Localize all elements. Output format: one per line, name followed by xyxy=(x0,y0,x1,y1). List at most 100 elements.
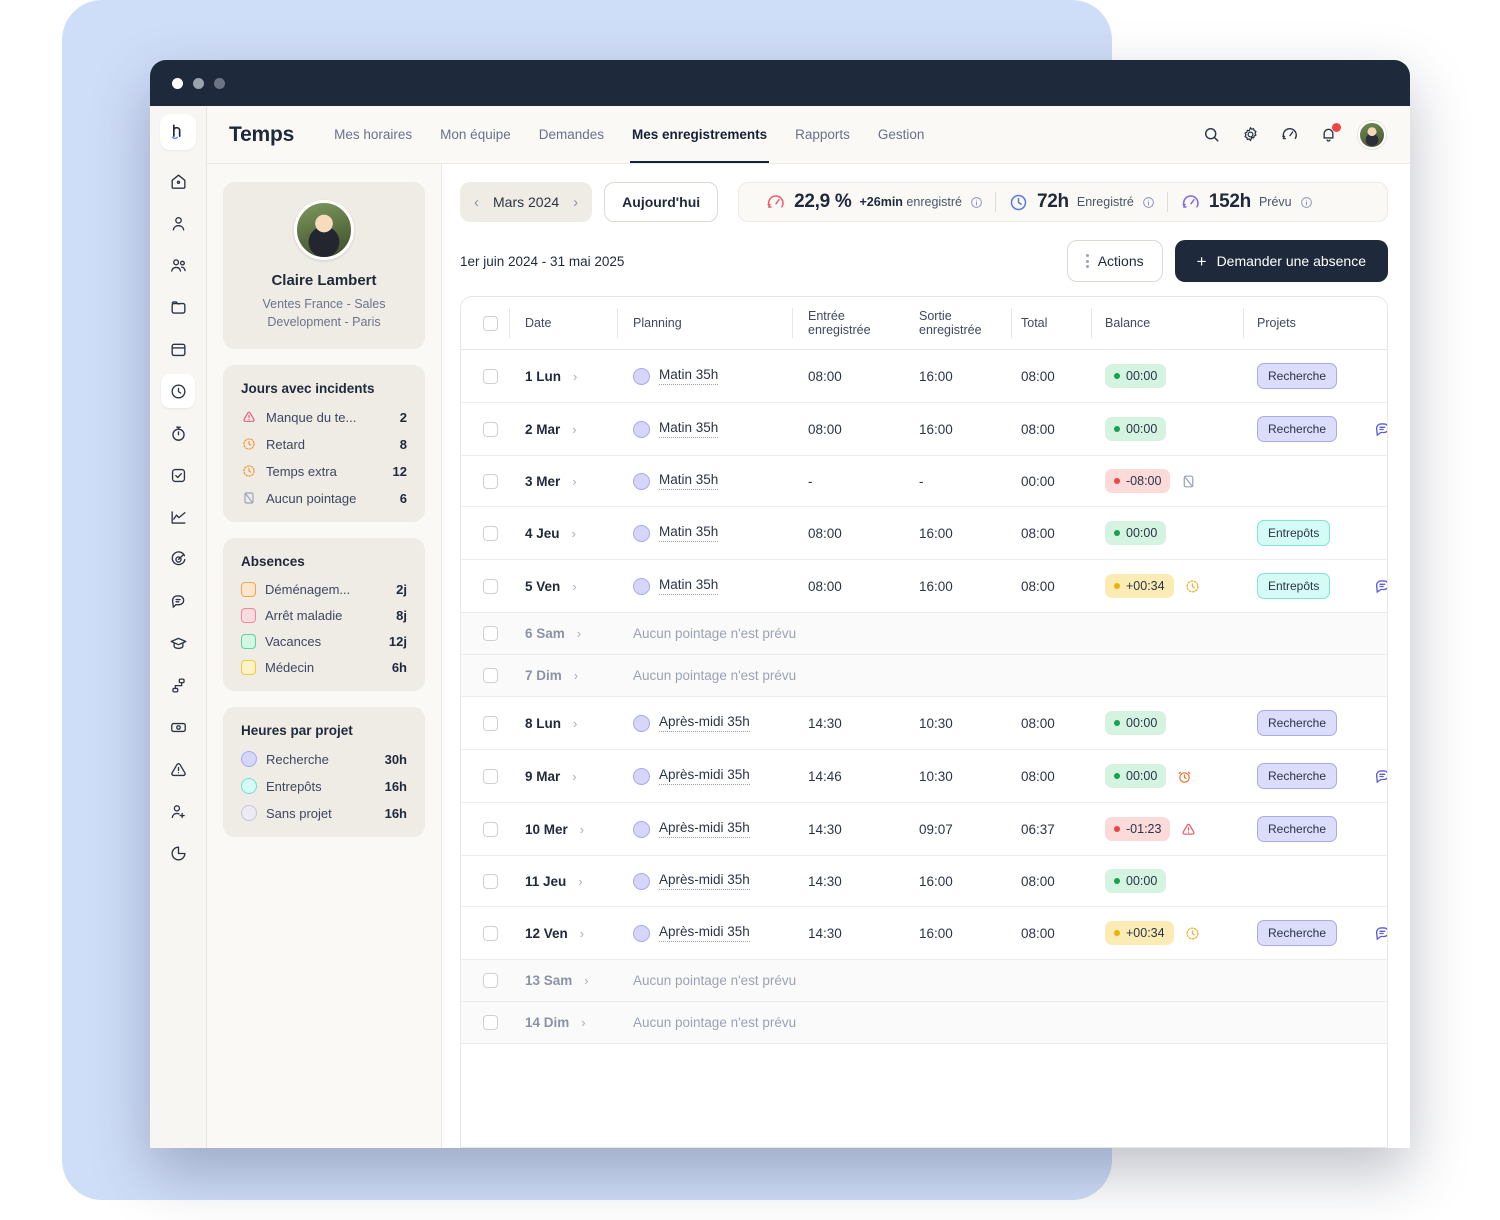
project-row-recherche[interactable]: Recherche 30h xyxy=(241,751,407,768)
row-sortie[interactable]: 10:30 xyxy=(907,749,1011,803)
table-row[interactable]: 6 Sam › Aucun pointage n'est prévu xyxy=(461,612,1387,655)
row-sortie[interactable]: 16:00 xyxy=(907,906,1011,960)
no-punch-icon[interactable] xyxy=(1180,473,1197,490)
sidebar-item-payroll[interactable] xyxy=(161,710,195,744)
table-row[interactable]: 5 Ven › Matin 35h 08:00 16:00 08:00 +00:34 Entr… xyxy=(461,559,1387,613)
tab-gestion[interactable]: Gestion xyxy=(864,106,939,163)
row-entree[interactable]: 14:30 xyxy=(792,802,907,856)
absence-row-sickleave[interactable]: Arrêt maladie 8j xyxy=(241,608,407,624)
project-row-entrepots[interactable]: Entrepôts 16h xyxy=(241,778,407,795)
table-row[interactable]: 12 Ven › Après-midi 35h 14:30 16:00 08:00 +00:… xyxy=(461,906,1387,960)
chevron-right-icon[interactable]: › xyxy=(573,370,577,383)
chevron-right-icon[interactable]: › xyxy=(572,527,576,540)
row-planning[interactable]: Après-midi 35h xyxy=(659,714,750,732)
row-checkbox[interactable] xyxy=(483,525,498,541)
row-entree[interactable]: 14:46 xyxy=(792,749,907,803)
row-checkbox[interactable] xyxy=(483,715,498,731)
speedometer-icon[interactable] xyxy=(1280,125,1299,144)
alarm-icon[interactable] xyxy=(1176,768,1193,785)
project-tag[interactable]: Recherche xyxy=(1257,763,1338,789)
chevron-right-icon[interactable]: › xyxy=(572,770,576,783)
table-row[interactable]: 1 Lun › Matin 35h 08:00 16:00 08:00 00:00 Reche… xyxy=(461,349,1387,403)
project-tag[interactable]: Entrepôts xyxy=(1257,573,1331,599)
table-row[interactable]: 8 Lun › Après-midi 35h 14:30 10:30 08:00 00:00… xyxy=(461,696,1387,750)
incident-row-late[interactable]: Retard 8 xyxy=(241,436,407,452)
row-entree[interactable]: 08:00 xyxy=(792,402,907,456)
row-sortie[interactable]: 10:30 xyxy=(907,696,1011,750)
sidebar-item-goals[interactable] xyxy=(161,542,195,576)
row-planning[interactable]: Matin 35h xyxy=(659,577,719,595)
sidebar-item-messages[interactable] xyxy=(161,584,195,618)
sidebar-item-stopwatch[interactable] xyxy=(161,416,195,450)
row-sortie[interactable]: 16:00 xyxy=(907,349,1011,403)
row-checkbox[interactable] xyxy=(483,421,498,437)
select-all-checkbox[interactable] xyxy=(483,315,498,331)
row-sortie[interactable]: 16:00 xyxy=(907,855,1011,907)
clock-dotted-icon[interactable] xyxy=(1184,578,1201,595)
sidebar-item-user[interactable] xyxy=(161,206,195,240)
sidebar-item-learning[interactable] xyxy=(161,626,195,660)
note-icon[interactable] xyxy=(1373,767,1387,786)
row-entree[interactable]: 14:30 xyxy=(792,855,907,907)
project-tag[interactable]: Recherche xyxy=(1257,816,1338,842)
actions-button[interactable]: Actions xyxy=(1066,240,1163,282)
chevron-right-icon[interactable]: › xyxy=(572,423,576,436)
sidebar-item-analytics[interactable] xyxy=(161,500,195,534)
table-row[interactable]: 2 Mar › Matin 35h 08:00 16:00 08:00 00:00 Reche… xyxy=(461,402,1387,456)
clock-dotted-icon[interactable] xyxy=(1184,925,1201,942)
row-sortie[interactable]: 16:00 xyxy=(907,506,1011,560)
row-checkbox[interactable] xyxy=(483,368,498,384)
info-icon[interactable] xyxy=(1300,196,1313,209)
note-icon[interactable] xyxy=(1373,924,1387,943)
chevron-right-icon[interactable]: › xyxy=(580,823,584,836)
row-checkbox[interactable] xyxy=(483,578,498,594)
sidebar-item-tasks[interactable] xyxy=(161,458,195,492)
row-checkbox[interactable] xyxy=(483,626,498,641)
row-entree[interactable]: 08:00 xyxy=(792,506,907,560)
row-entree[interactable]: 08:00 xyxy=(792,559,907,613)
row-entree[interactable]: 08:00 xyxy=(792,349,907,403)
tab-mon-equipe[interactable]: Mon équipe xyxy=(426,106,525,163)
search-icon[interactable] xyxy=(1202,125,1221,144)
sidebar-item-reports[interactable] xyxy=(161,836,195,870)
info-icon[interactable] xyxy=(970,196,983,209)
row-entree[interactable]: 14:30 xyxy=(792,696,907,750)
tab-mes-horaires[interactable]: Mes horaires xyxy=(320,106,426,163)
row-entree[interactable]: 14:30 xyxy=(792,906,907,960)
col-planning[interactable]: Planning xyxy=(617,297,792,350)
table-row[interactable]: 11 Jeu › Après-midi 35h 14:30 16:00 08:00 00:0… xyxy=(461,855,1387,907)
col-projets[interactable]: Projets xyxy=(1243,297,1373,350)
col-sortie[interactable]: Sortie enregistrée xyxy=(907,297,1011,350)
chevron-right-icon[interactable]: › xyxy=(577,627,581,640)
row-planning[interactable]: Après-midi 35h xyxy=(659,924,750,942)
row-entree[interactable]: - xyxy=(792,455,907,507)
incident-row-missing[interactable]: Manque du te... 2 xyxy=(241,409,407,425)
absence-row-vacation[interactable]: Vacances 12j xyxy=(241,634,407,650)
table-row[interactable]: 7 Dim › Aucun pointage n'est prévu xyxy=(461,654,1387,697)
chevron-right-icon[interactable]: › xyxy=(578,875,582,888)
row-sortie[interactable]: - xyxy=(907,455,1011,507)
today-button[interactable]: Aujourd'hui xyxy=(604,182,719,222)
avatar[interactable] xyxy=(1358,120,1386,149)
note-icon[interactable] xyxy=(1373,577,1387,596)
sidebar-item-workflow[interactable] xyxy=(161,668,195,702)
row-checkbox[interactable] xyxy=(483,925,498,941)
row-planning[interactable]: Matin 35h xyxy=(659,472,719,490)
sidebar-item-alerts[interactable] xyxy=(161,752,195,786)
row-planning[interactable]: Matin 35h xyxy=(659,367,719,385)
tab-mes-enregistrements[interactable]: Mes enregistrements xyxy=(618,106,781,163)
absence-row-doctor[interactable]: Médecin 6h xyxy=(241,660,407,676)
info-icon[interactable] xyxy=(1142,196,1155,209)
col-balance[interactable]: Balance xyxy=(1091,297,1243,350)
gear-icon[interactable] xyxy=(1241,125,1260,144)
window-close-button[interactable] xyxy=(172,77,183,89)
row-checkbox[interactable] xyxy=(483,873,498,889)
sidebar-item-time[interactable] xyxy=(161,374,195,408)
chevron-right-icon[interactable]: › xyxy=(584,974,588,987)
table-row[interactable]: 14 Dim › Aucun pointage n'est prévu xyxy=(461,1001,1387,1044)
chevron-right-icon[interactable]: › xyxy=(573,717,577,730)
window-maximize-button[interactable] xyxy=(214,77,225,89)
request-absence-button[interactable]: + Demander une absence xyxy=(1174,240,1388,282)
project-tag[interactable]: Recherche xyxy=(1257,416,1338,442)
row-checkbox[interactable] xyxy=(483,473,498,489)
